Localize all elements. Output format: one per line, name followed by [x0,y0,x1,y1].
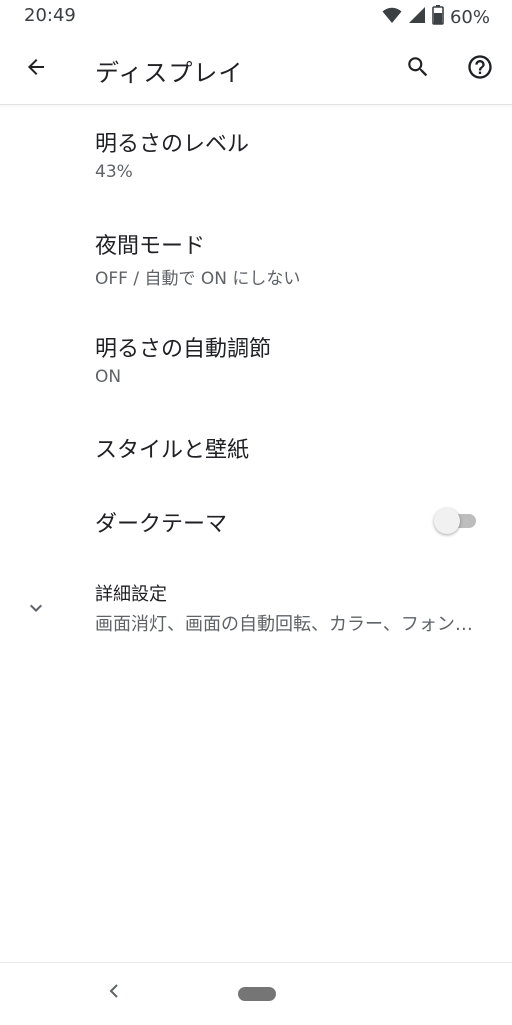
setting-title: スタイルと壁紙 [95,438,250,463]
setting-summary: 43% [95,162,133,182]
advanced-summary: 画面消灯、画面の自動回転、カラー、フォントサイズ [95,614,485,635]
setting-adaptive-brightness[interactable]: 明るさの自動調節 ON [0,309,512,409]
status-bar: 20:49 60% [0,0,512,34]
status-icons: 60% [382,5,490,29]
advanced-title: 詳細設定 [95,584,167,605]
search-button[interactable] [400,51,436,87]
setting-night-mode[interactable]: 夜間モード OFF / 自動で ON にしない [0,206,512,306]
toggle-thumb [434,508,460,534]
setting-title: 明るさの自動調節 [95,337,272,362]
status-time: 20:49 [24,5,76,26]
signal-icon [408,6,426,28]
battery-icon [432,5,444,29]
dark-theme-toggle[interactable] [434,508,480,534]
nav-back-icon [107,982,121,1004]
setting-title: ダークテーマ [95,512,228,537]
arrow-back-icon [24,55,48,83]
help-icon [466,53,494,85]
chevron-down-icon[interactable] [22,594,50,622]
setting-summary: ON [95,367,122,387]
setting-title: 夜間モード [95,234,206,259]
battery-percentage: 60% [449,6,490,28]
setting-summary: OFF / 自動で ON にしない [95,269,301,289]
setting-title: 明るさのレベル [95,132,250,157]
back-button[interactable] [18,51,54,87]
nav-back-button[interactable] [102,981,126,1005]
help-button[interactable] [462,51,498,87]
page-title: ディスプレイ [95,59,244,87]
setting-styles-wallpapers[interactable]: スタイルと壁紙 [0,412,512,482]
app-bar: ディスプレイ [0,34,512,105]
wifi-icon [382,6,402,28]
home-pill-icon[interactable] [238,987,276,1001]
navigation-bar [0,962,512,1025]
setting-brightness-level[interactable]: 明るさのレベル 43% [0,104,512,204]
search-icon [405,54,431,84]
